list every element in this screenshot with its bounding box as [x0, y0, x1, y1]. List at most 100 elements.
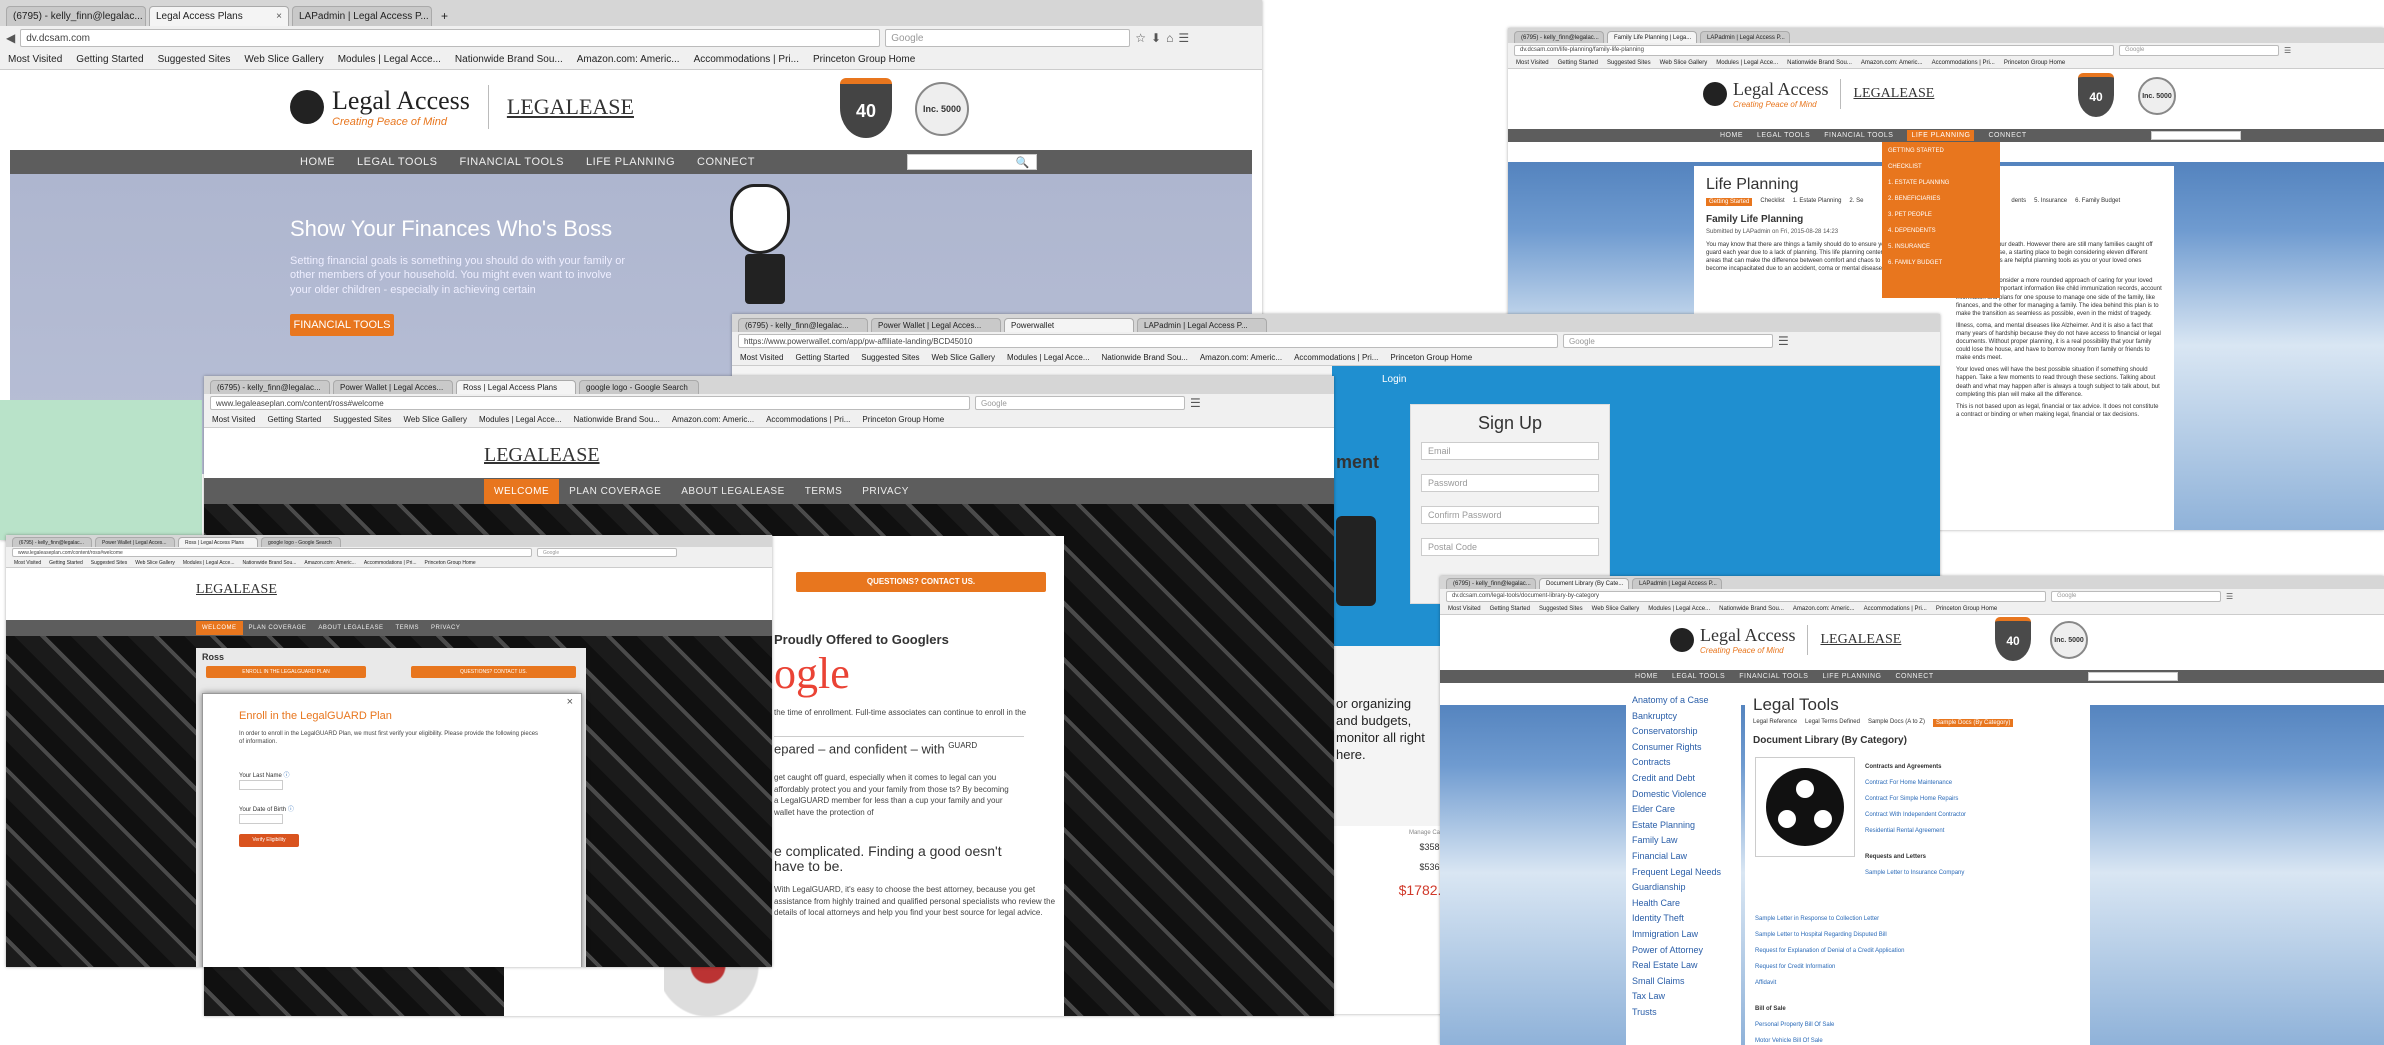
browser-tab-active[interactable]: Legal Access Plans × [149, 6, 289, 26]
sidebar-item[interactable]: Immigration Law [1632, 927, 1735, 943]
browser-tab[interactable]: google logo - Google Search [261, 537, 341, 547]
email-field[interactable]: Email [1421, 442, 1599, 460]
sidebar-item[interactable]: Guardianship [1632, 880, 1735, 896]
bookmark-item[interactable]: Nationwide Brand Sou... [1787, 60, 1852, 66]
bookmark-item[interactable]: Modules | Legal Acce... [1716, 60, 1778, 66]
browser-tab[interactable]: google logo - Google Search [579, 380, 699, 394]
doc-link[interactable]: Personal Property Bill Of Sale [1755, 1017, 2085, 1033]
sidebar-item[interactable]: Anatomy of a Case [1632, 693, 1735, 709]
login-link[interactable]: Login [1382, 374, 1406, 385]
nav-home[interactable]: HOME [300, 156, 335, 168]
bookmark-item[interactable]: Modules | Legal Acce... [1007, 353, 1090, 362]
bookmark-item[interactable]: Most Visited [740, 353, 783, 362]
close-icon[interactable]: × [143, 11, 145, 22]
bookmark-item[interactable]: Princeton Group Home [1936, 606, 1997, 612]
bookmark-item[interactable]: Suggested Sites [333, 415, 391, 424]
sidebar-item[interactable]: Bankruptcy [1632, 709, 1735, 725]
bookmark-item[interactable]: Most Visited [1516, 60, 1549, 66]
sidebar-item[interactable]: Contracts [1632, 755, 1735, 771]
bookmark-item[interactable]: Suggested Sites [1607, 60, 1651, 66]
dropdown-item[interactable]: CHECKLIST [1888, 164, 1994, 170]
site-search-input[interactable] [2150, 131, 2241, 140]
financial-tools-button[interactable]: FINANCIAL TOOLS [290, 314, 394, 336]
doc-link[interactable]: Contract With Independent Contractor [1865, 807, 2080, 823]
confirm-password-field[interactable]: Confirm Password [1421, 506, 1599, 524]
postal-code-field[interactable]: Postal Code [1421, 538, 1599, 556]
star-icon[interactable]: ☆ [1135, 31, 1146, 45]
bookmark-item[interactable]: Princeton Group Home [813, 54, 915, 65]
subtab-checklist[interactable]: Checklist [1760, 198, 1784, 206]
bookmark-item[interactable]: Getting Started [1490, 606, 1530, 612]
nav-connect[interactable]: CONNECT [1988, 132, 2026, 139]
bookmark-item[interactable]: Getting Started [49, 560, 83, 566]
dropdown-item[interactable]: 2. BENEFICIARIES [1888, 196, 1994, 202]
subtab-getting-started[interactable]: Getting Started [1706, 198, 1753, 206]
bookmark-item[interactable]: Princeton Group Home [1390, 353, 1472, 362]
search-icon[interactable]: 🔍 [1016, 156, 1030, 169]
logo[interactable]: Legal Access Creating Peace of Mind LEGA… [290, 85, 634, 129]
bookmark-item[interactable]: Accommodations | Pri... [1864, 606, 1927, 612]
doc-link[interactable]: Contract For Simple Home Repairs [1865, 791, 2080, 807]
bookmark-item[interactable]: Suggested Sites [861, 353, 919, 362]
legalease-logo[interactable]: LEGALEASE [196, 582, 277, 598]
doc-link[interactable]: Sample Letter to Hospital Regarding Disp… [1755, 927, 2085, 943]
bookmark-item[interactable]: Web Slice Gallery [244, 54, 323, 65]
bookmark-item[interactable]: Getting Started [76, 54, 143, 65]
nav-home[interactable]: HOME [1720, 132, 1743, 139]
bookmark-item[interactable]: Most Visited [212, 415, 255, 424]
subtab-legal-terms[interactable]: Legal Terms Defined [1805, 719, 1860, 727]
nav-life-planning[interactable]: LIFE PLANNING [1907, 130, 1975, 141]
nav-home[interactable]: HOME [1635, 673, 1658, 680]
bookmark-item[interactable]: Most Visited [8, 54, 62, 65]
bookmark-item[interactable]: Amazon.com: Americ... [1861, 60, 1923, 66]
nav-privacy[interactable]: PRIVACY [852, 479, 919, 504]
sidebar-item[interactable]: Estate Planning [1632, 818, 1735, 834]
bookmark-item[interactable]: Web Slice Gallery [404, 415, 467, 424]
bookmark-item[interactable]: Princeton Group Home [425, 560, 476, 566]
bookmark-item[interactable]: Most Visited [14, 560, 41, 566]
nav-life-planning[interactable]: LIFE PLANNING [586, 156, 675, 168]
bookmark-item[interactable]: Most Visited [1448, 606, 1481, 612]
subtab-sample-docs-az[interactable]: Sample Docs (A to Z) [1868, 719, 1925, 727]
sidebar-item[interactable]: Family Law [1632, 833, 1735, 849]
legalease-logo[interactable]: LEGALEASE [484, 444, 600, 467]
bookmark-item[interactable]: Web Slice Gallery [135, 560, 175, 566]
browser-tab[interactable]: Power Wallet | Legal Acces... [333, 380, 453, 394]
verify-eligibility-button[interactable]: Verify Eligibility [239, 834, 299, 847]
nav-terms[interactable]: TERMS [795, 479, 853, 504]
browser-tab[interactable]: Power Wallet | Legal Acces... [95, 537, 175, 547]
sidebar-item[interactable]: Identity Theft [1632, 911, 1735, 927]
bookmark-item[interactable]: Accommodations | Pri... [1294, 353, 1378, 362]
browser-tab[interactable]: Power Wallet | Legal Acces... [871, 318, 1001, 332]
site-search-input[interactable] [2087, 672, 2178, 681]
doc-link[interactable]: Motor Vehicle Bill Of Sale [1755, 1033, 2085, 1045]
bookmark-item[interactable]: Nationwide Brand Sou... [242, 560, 296, 566]
nav-plan-coverage[interactable]: PLAN COVERAGE [559, 479, 671, 504]
nav-legal-tools[interactable]: LEGAL TOOLS [357, 156, 438, 168]
nav-welcome[interactable]: WELCOME [484, 478, 560, 504]
close-icon[interactable]: × [270, 11, 282, 22]
bookmark-item[interactable]: Princeton Group Home [2004, 60, 2065, 66]
bookmark-item[interactable]: Modules | Legal Acce... [479, 415, 562, 424]
nav-privacy[interactable]: PRIVACY [425, 621, 466, 635]
bookmark-item[interactable]: Amazon.com: Americ... [1200, 353, 1282, 362]
search-box[interactable]: Google [2051, 590, 2221, 602]
dob-input[interactable] [239, 814, 283, 824]
nav-legal-tools[interactable]: LEGAL TOOLS [1757, 132, 1810, 139]
sidebar-item[interactable]: Financial Law [1632, 849, 1735, 865]
nav-financial-tools[interactable]: FINANCIAL TOOLS [1739, 673, 1808, 680]
bookmark-item[interactable]: Nationwide Brand Sou... [1719, 606, 1784, 612]
subtab-family-budget[interactable]: 6. Family Budget [2075, 198, 2120, 206]
subtab-insurance[interactable]: 5. Insurance [2034, 198, 2067, 206]
bookmark-item[interactable]: Nationwide Brand Sou... [455, 54, 563, 65]
bookmark-item[interactable]: Getting Started [795, 353, 849, 362]
sidebar-item[interactable]: Trusts [1632, 1005, 1735, 1021]
address-bar[interactable]: www.legaleaseplan.com/content/ross#welco… [210, 396, 970, 410]
nav-about-legalease[interactable]: ABOUT LEGALEASE [312, 621, 389, 635]
browser-tab-active[interactable]: Ross | Legal Access Plans [178, 537, 258, 547]
close-icon[interactable]: × [429, 11, 431, 22]
bookmark-item[interactable]: Amazon.com: Americ... [577, 54, 680, 65]
bookmark-item[interactable]: Web Slice Gallery [932, 353, 995, 362]
dropdown-item[interactable]: 1. ESTATE PLANNING [1888, 180, 1994, 186]
search-box[interactable]: Google [537, 548, 677, 557]
